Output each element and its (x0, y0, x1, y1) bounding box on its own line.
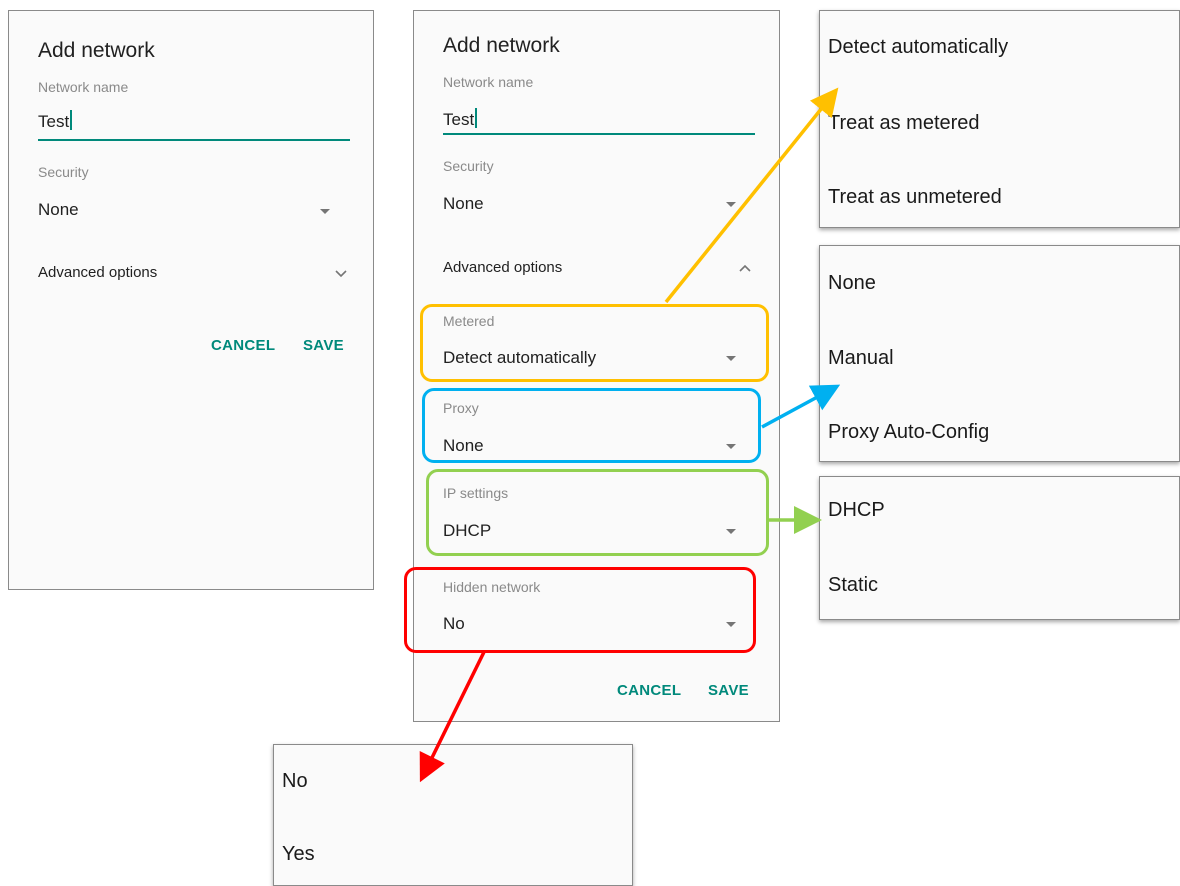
dropdown-arrow-icon (726, 202, 736, 207)
proxy-highlight-box (422, 388, 761, 463)
network-name-underline (443, 133, 755, 135)
metered-highlight-box (420, 304, 769, 382)
advanced-options-toggle[interactable]: Advanced options (443, 256, 755, 282)
advanced-options-toggle[interactable]: Advanced options (38, 261, 350, 287)
save-button[interactable]: SAVE (708, 682, 749, 699)
menu-item[interactable]: DHCP (828, 499, 885, 522)
chevron-down-icon (335, 270, 347, 278)
cancel-button[interactable]: CANCEL (617, 682, 681, 699)
hidden-network-options-menu: No Yes (273, 744, 633, 886)
save-button[interactable]: SAVE (303, 337, 344, 354)
menu-item[interactable]: Yes (282, 843, 315, 866)
network-name-value: Test (443, 110, 475, 129)
network-name-underline (38, 139, 350, 141)
menu-item[interactable]: Static (828, 574, 878, 597)
security-dropdown[interactable]: None (443, 191, 743, 217)
menu-item[interactable]: No (282, 770, 308, 793)
security-value: None (38, 200, 79, 219)
menu-item[interactable]: Treat as metered (828, 112, 980, 135)
text-cursor (70, 110, 73, 130)
ip-settings-options-menu: DHCP Static (819, 476, 1180, 620)
security-dropdown[interactable]: None (38, 197, 338, 223)
ip-settings-highlight-box (426, 469, 769, 556)
security-value: None (443, 194, 484, 213)
chevron-up-icon (739, 264, 751, 272)
dialog-title: Add network (38, 39, 155, 62)
dialog-title: Add network (443, 34, 560, 57)
network-name-input[interactable]: Test (38, 110, 73, 132)
security-label: Security (38, 164, 89, 180)
menu-item[interactable]: Proxy Auto-Config (828, 421, 989, 444)
network-name-label: Network name (443, 74, 534, 90)
dropdown-arrow-icon (320, 209, 330, 214)
metered-options-menu: Detect automatically Treat as metered Tr… (819, 10, 1180, 228)
proxy-options-menu: None Manual Proxy Auto-Config (819, 245, 1180, 462)
menu-item[interactable]: Manual (828, 347, 894, 370)
cancel-button[interactable]: CANCEL (211, 337, 275, 354)
security-label: Security (443, 158, 494, 174)
menu-item[interactable]: None (828, 272, 876, 295)
hidden-network-highlight-box (404, 567, 756, 653)
menu-item[interactable]: Treat as unmetered (828, 186, 1002, 209)
network-name-value: Test (38, 112, 70, 131)
add-network-dialog-simple: Add network Network name Test Security N… (8, 10, 374, 590)
text-cursor (475, 108, 478, 128)
menu-item[interactable]: Detect automatically (828, 36, 1008, 59)
network-name-input[interactable]: Test (443, 108, 478, 130)
network-name-label: Network name (38, 79, 129, 95)
advanced-options-label: Advanced options (443, 259, 563, 276)
advanced-options-label: Advanced options (38, 264, 158, 281)
